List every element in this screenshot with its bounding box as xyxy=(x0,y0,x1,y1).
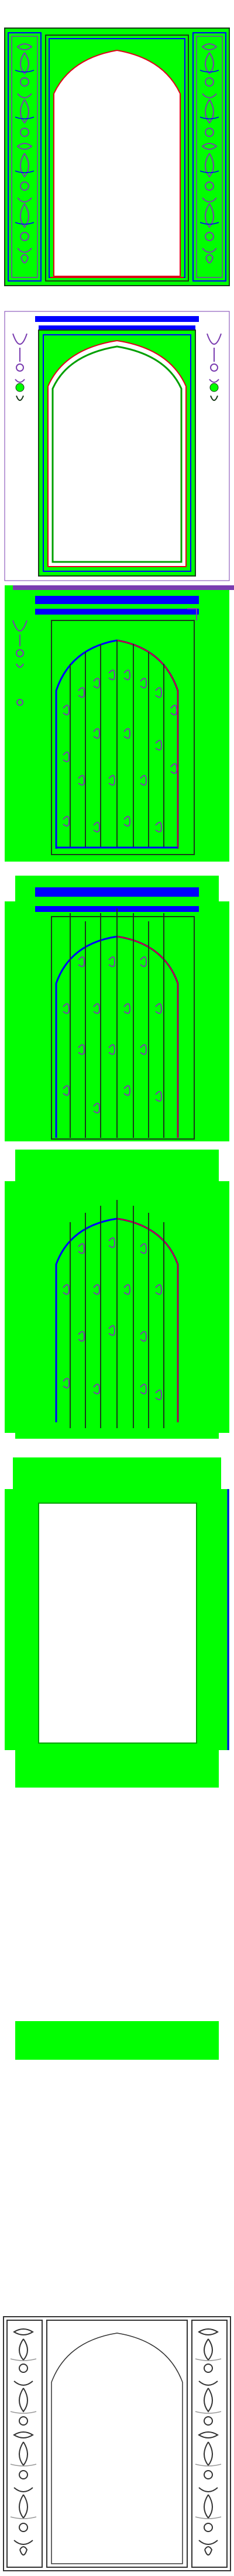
drawing-canvas xyxy=(3,28,234,2571)
arched-grille-door-plain xyxy=(5,1150,229,1439)
arched-grille-door-variant xyxy=(5,876,229,1141)
arched-grille-door-with-scrolls xyxy=(5,585,234,862)
flat-green-panel xyxy=(15,2021,219,2060)
archway-frame-outline-with-side-ornaments xyxy=(4,311,230,581)
rectangular-opening-frame xyxy=(5,1457,229,1788)
ornate-archway-frame-monochrome xyxy=(3,2316,231,2571)
ornate-archway-frame-green xyxy=(4,28,230,286)
